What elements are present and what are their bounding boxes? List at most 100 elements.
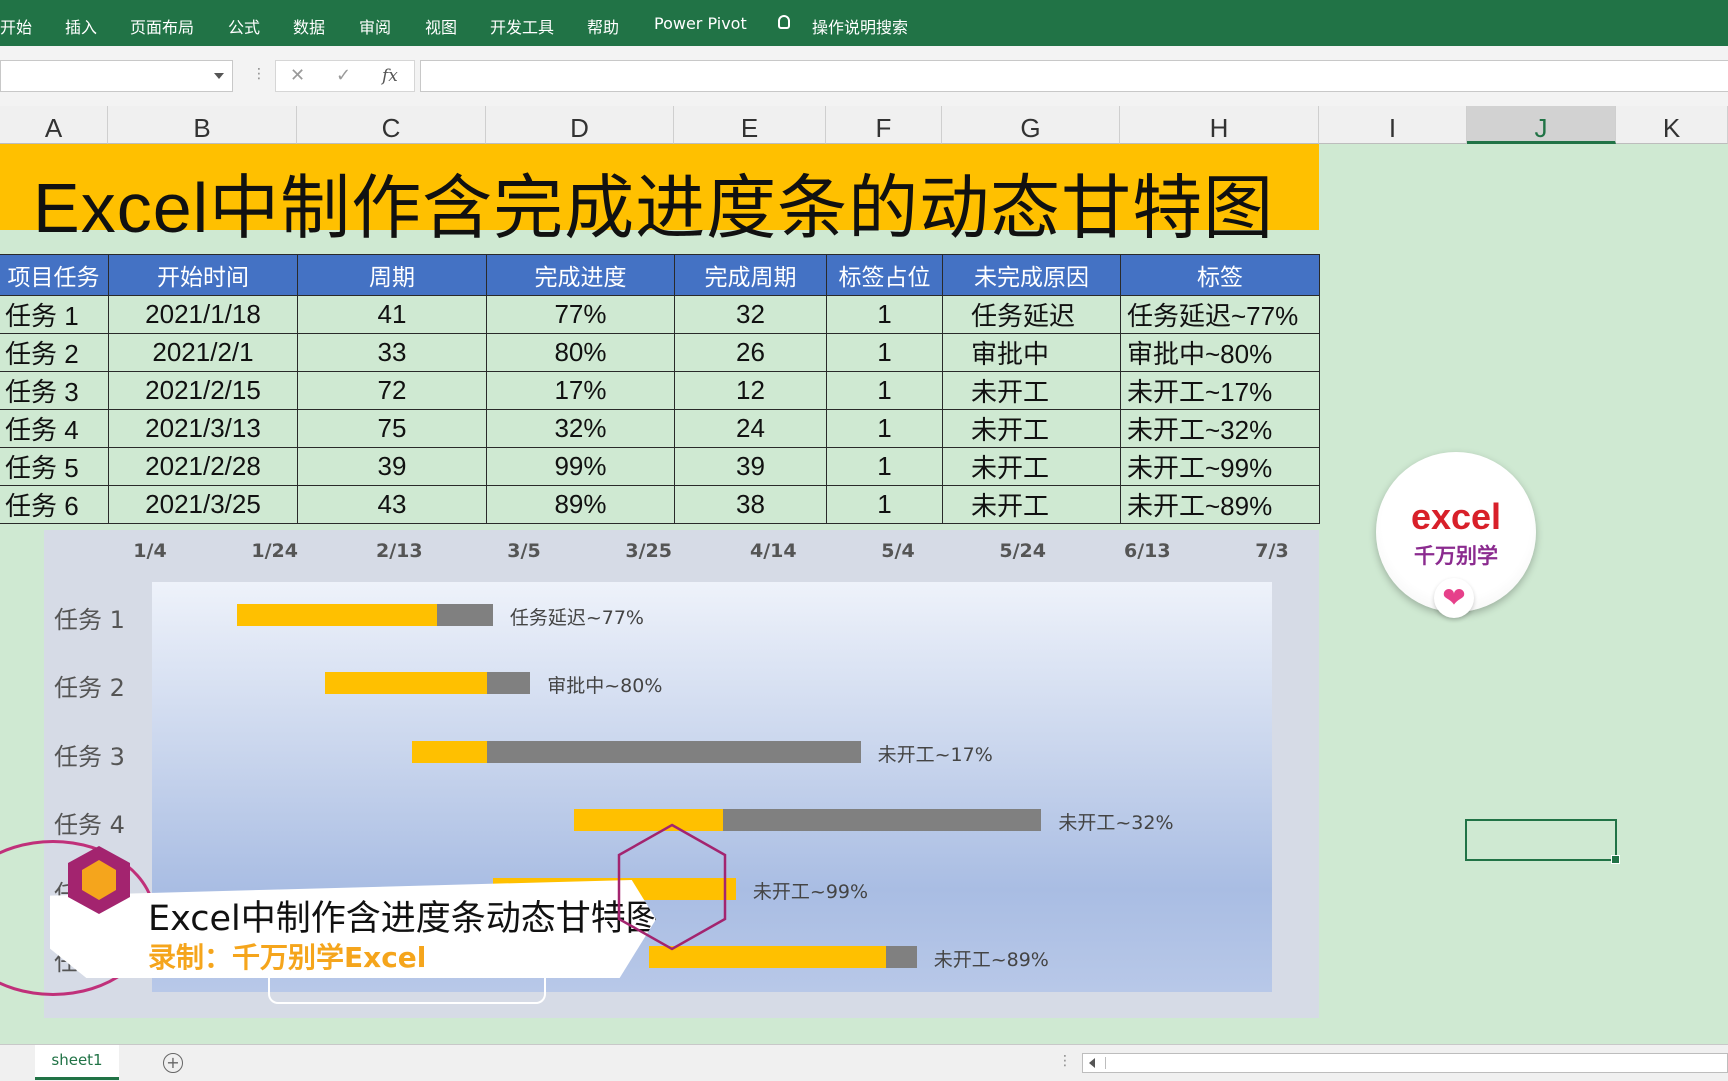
cell-label-slot[interactable]: 1 [826, 295, 943, 334]
chevron-down-icon[interactable] [214, 73, 224, 79]
insert-function-icon[interactable]: fx [382, 66, 398, 86]
cell-done-days[interactable]: 38 [674, 485, 827, 524]
cell-task[interactable]: 任务 3 [0, 371, 109, 410]
drag-handle-icon[interactable]: ⋮ [252, 66, 266, 82]
cell-reason[interactable]: 审批中 [942, 333, 1121, 372]
enter-icon[interactable]: ✓ [336, 65, 351, 86]
selected-cell[interactable] [1465, 819, 1620, 864]
header-task[interactable]: 项目任务 [0, 254, 109, 296]
tab-power-pivot[interactable]: Power Pivot [654, 14, 747, 33]
tab-help[interactable]: 帮助 [587, 14, 619, 38]
cell-task[interactable]: 任务 6 [0, 485, 109, 524]
cell-duration[interactable]: 39 [297, 447, 487, 486]
cell-reason[interactable]: 未开工 [942, 371, 1121, 410]
cell-reason[interactable]: 任务延迟 [942, 295, 1121, 334]
tab-review[interactable]: 审阅 [359, 14, 391, 38]
cell-progress[interactable]: 77% [486, 295, 675, 334]
table-row: 任务 1 2021/1/18 41 77% 32 1 任务延迟 任务延迟~77% [0, 295, 1320, 334]
cell-label-slot[interactable]: 1 [826, 333, 943, 372]
tab-developer[interactable]: 开发工具 [490, 14, 554, 38]
gantt-data-label: 审批中~80% [547, 675, 663, 698]
cell-label[interactable]: 未开工~99% [1120, 447, 1320, 486]
column-header-j[interactable]: J [1467, 106, 1616, 144]
cell-label[interactable]: 未开工~89% [1120, 485, 1320, 524]
cell-progress[interactable]: 32% [486, 409, 675, 448]
cell-start[interactable]: 2021/3/25 [108, 485, 298, 524]
cell-label-slot[interactable]: 1 [826, 371, 943, 410]
tab-insert[interactable]: 插入 [65, 14, 97, 38]
tab-page-layout[interactable]: 页面布局 [130, 14, 194, 38]
x-tick-label: 6/13 [1124, 540, 1171, 562]
cell-progress[interactable]: 80% [486, 333, 675, 372]
column-header-f[interactable]: F [826, 106, 942, 144]
column-header-e[interactable]: E [674, 106, 826, 144]
cell-done-days[interactable]: 12 [674, 371, 827, 410]
column-header-b[interactable]: B [108, 106, 297, 144]
cell-start[interactable]: 2021/2/1 [108, 333, 298, 372]
tell-me-search[interactable]: 操作说明搜索 [812, 14, 908, 38]
header-reason[interactable]: 未完成原因 [942, 254, 1121, 296]
header-progress[interactable]: 完成进度 [486, 254, 675, 296]
scroll-thumb[interactable] [1105, 1057, 1706, 1069]
cell-reason[interactable]: 未开工 [942, 409, 1121, 448]
cell-start[interactable]: 2021/3/13 [108, 409, 298, 448]
badge-subtitle: 千万别学 [1414, 544, 1498, 568]
header-done-days[interactable]: 完成周期 [674, 254, 827, 296]
cell-label[interactable]: 未开工~32% [1120, 409, 1320, 448]
column-header-g[interactable]: G [942, 106, 1120, 144]
scroll-left-icon[interactable] [1089, 1058, 1095, 1068]
cell-done-days[interactable]: 24 [674, 409, 827, 448]
cell-label[interactable]: 审批中~80% [1120, 333, 1320, 372]
cell-task[interactable]: 任务 4 [0, 409, 109, 448]
cell-label-slot[interactable]: 1 [826, 447, 943, 486]
cell-done-days[interactable]: 32 [674, 295, 827, 334]
tab-formulas[interactable]: 公式 [228, 14, 260, 38]
cell-task[interactable]: 任务 5 [0, 447, 109, 486]
gantt-bar-completed[interactable] [324, 672, 487, 695]
column-header-a[interactable]: A [0, 106, 108, 144]
cell-duration[interactable]: 41 [297, 295, 487, 334]
cell-done-days[interactable]: 26 [674, 333, 827, 372]
name-box[interactable] [0, 60, 233, 92]
cell-start[interactable]: 2021/2/28 [108, 447, 298, 486]
cell-task[interactable]: 任务 1 [0, 295, 109, 334]
column-header-i[interactable]: I [1319, 106, 1467, 144]
header-start[interactable]: 开始时间 [108, 254, 298, 296]
tab-data[interactable]: 数据 [293, 14, 325, 38]
cell-duration[interactable]: 43 [297, 485, 487, 524]
horizontal-scrollbar[interactable] [1082, 1053, 1728, 1073]
column-header-c[interactable]: C [297, 106, 486, 144]
cell-start[interactable]: 2021/2/15 [108, 371, 298, 410]
tab-home[interactable]: 开始 [0, 14, 32, 38]
cancel-icon[interactable]: ✕ [290, 65, 305, 86]
add-sheet-icon[interactable]: + [163, 1053, 183, 1073]
cell-label-slot[interactable]: 1 [826, 409, 943, 448]
header-duration[interactable]: 周期 [297, 254, 487, 296]
ribbon-tab-bar: 开始 插入 页面布局 公式 数据 审阅 视图 开发工具 帮助 Power Piv… [0, 0, 1728, 46]
header-label[interactable]: 标签 [1120, 254, 1320, 296]
split-handle-icon[interactable]: ⋮ [1058, 1053, 1072, 1069]
cell-task[interactable]: 任务 2 [0, 333, 109, 372]
cell-reason[interactable]: 未开工 [942, 447, 1121, 486]
cell-duration[interactable]: 72 [297, 371, 487, 410]
cell-done-days[interactable]: 39 [674, 447, 827, 486]
column-header-h[interactable]: H [1120, 106, 1319, 144]
cell-label[interactable]: 任务延迟~77% [1120, 295, 1320, 334]
gantt-bar-completed[interactable] [237, 604, 437, 626]
cell-progress[interactable]: 99% [486, 447, 675, 486]
cell-start[interactable]: 2021/1/18 [108, 295, 298, 334]
cell-label-slot[interactable]: 1 [826, 485, 943, 524]
cell-label[interactable]: 未开工~17% [1120, 371, 1320, 410]
sheet-tab-sheet1[interactable]: sheet1 [35, 1045, 119, 1080]
gantt-bar-completed[interactable] [411, 740, 487, 763]
header-label-slot[interactable]: 标签占位 [826, 254, 943, 296]
cell-progress[interactable]: 89% [486, 485, 675, 524]
cell-progress[interactable]: 17% [486, 371, 675, 410]
column-header-k[interactable]: K [1616, 106, 1728, 144]
column-header-d[interactable]: D [486, 106, 674, 144]
cell-duration[interactable]: 33 [297, 333, 487, 372]
formula-input[interactable] [420, 60, 1728, 92]
tab-view[interactable]: 视图 [425, 14, 457, 38]
cell-duration[interactable]: 75 [297, 409, 487, 448]
cell-reason[interactable]: 未开工 [942, 485, 1121, 524]
